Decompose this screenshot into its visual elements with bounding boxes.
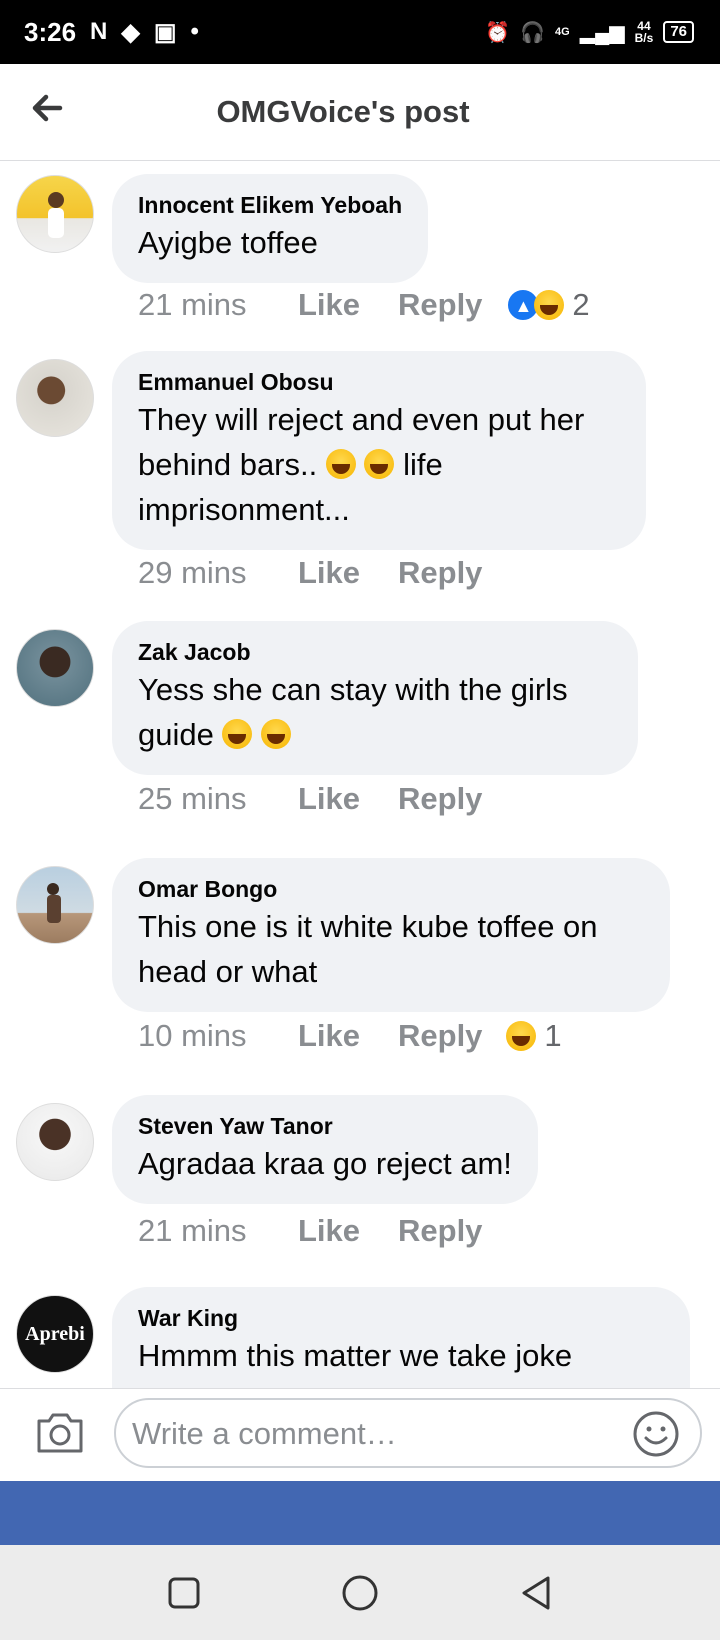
reply-button[interactable]: Reply <box>398 781 482 817</box>
alarm-icon: ⏰ <box>485 21 511 44</box>
comment-author[interactable]: Innocent Elikem Yeboah <box>138 190 402 220</box>
comment-text: Agradaa kraa go reject am! <box>138 1146 512 1181</box>
n-icon: N <box>90 18 108 45</box>
home-icon[interactable] <box>340 1573 380 1613</box>
comment-author[interactable]: Omar Bongo <box>138 874 644 904</box>
reply-button[interactable]: Reply <box>398 555 482 591</box>
comment-time: 29 mins <box>138 555 247 590</box>
reply-button[interactable]: Reply <box>398 1213 482 1249</box>
headphones-icon: 🎧 <box>520 21 545 44</box>
like-button[interactable]: Like <box>298 287 398 323</box>
comment-time: 21 mins <box>138 1213 247 1248</box>
comment-text-line: Yess she can stay with the girls <box>138 672 568 707</box>
status-bar: 3:26 N ◆ ▣ • ⏰ 🎧 4G ▂▄▆ 44 B/s 76 <box>0 0 720 64</box>
comment-composer: Write a comment… <box>0 1388 720 1481</box>
dot-icon: • <box>190 18 199 45</box>
reaction-summary[interactable]: 1 <box>506 1018 562 1054</box>
avatar[interactable] <box>16 866 94 944</box>
comment-actions: 25 mins Like Reply <box>138 781 482 817</box>
recent-apps-icon[interactable] <box>164 1573 204 1613</box>
like-button[interactable]: Like <box>298 1018 398 1054</box>
reaction-count: 2 <box>572 287 590 322</box>
comment-text-line: This one is it white kube toffee on <box>138 909 598 944</box>
avatar-logo-text: Aprebi <box>25 1322 85 1345</box>
comment-text-line: They will reject and even put her <box>138 402 585 437</box>
comment-actions: 29 mins Like Reply <box>138 555 482 591</box>
comment-bubble[interactable]: Emmanuel Obosu They will reject and even… <box>112 351 646 550</box>
rolling-laughing-icon <box>261 719 292 749</box>
battery-icon: 76 <box>663 21 694 43</box>
smiley-icon[interactable] <box>632 1410 680 1458</box>
comment-text-line: guide <box>138 712 612 757</box>
comment-text-line: behind bars.. life <box>138 442 620 487</box>
comment-bubble[interactable]: War King Hmmm this matter we take joke <box>112 1287 690 1388</box>
comment-list[interactable]: Innocent Elikem Yeboah Ayigbe toffee 21 … <box>0 161 720 1388</box>
avatar[interactable] <box>16 1103 94 1181</box>
signal-icon: ▂▄▆ <box>579 21 625 44</box>
reply-button[interactable]: Reply <box>398 1018 482 1054</box>
back-triangle-icon[interactable] <box>516 1573 556 1613</box>
avatar[interactable]: Aprebi <box>16 1295 94 1373</box>
comment-input[interactable]: Write a comment… <box>114 1398 702 1468</box>
comment-actions: 10 mins Like Reply 1 <box>138 1018 562 1054</box>
page-title: OMGVoice's post <box>216 94 470 129</box>
reply-button[interactable]: Reply <box>398 287 482 323</box>
comment-time: 10 mins <box>138 1018 247 1053</box>
comment-text-line: head or what <box>138 954 318 989</box>
laugh-reaction-icon <box>534 290 565 320</box>
status-time: 3:26 <box>24 16 77 47</box>
avatar[interactable] <box>16 359 94 437</box>
comment-author[interactable]: Steven Yaw Tanor <box>138 1111 512 1141</box>
laugh-reaction-icon <box>506 1021 537 1051</box>
comment-text: Hmmm this matter we take joke <box>138 1338 573 1373</box>
like-button[interactable]: Like <box>298 781 398 817</box>
tears-of-joy-icon <box>364 449 395 479</box>
comment-text-fragment: guide <box>138 717 214 752</box>
comment-text-fragment: life <box>403 447 443 482</box>
comment-bubble[interactable]: Innocent Elikem Yeboah Ayigbe toffee <box>112 174 429 283</box>
comment-actions: 21 mins Like Reply ▲ 2 <box>138 287 590 323</box>
like-button[interactable]: Like <box>298 555 398 591</box>
comment-actions: 21 mins Like Reply <box>138 1213 482 1249</box>
person-figure-icon <box>48 192 64 238</box>
comment-time: 25 mins <box>138 781 247 816</box>
like-button[interactable]: Like <box>298 1213 398 1249</box>
network-label: 4G <box>555 26 570 38</box>
comment-author[interactable]: War King <box>138 1303 664 1333</box>
rolling-laughing-icon <box>222 719 253 749</box>
comment-bubble[interactable]: Omar Bongo This one is it white kube tof… <box>112 858 670 1012</box>
comment-bubble[interactable]: Steven Yaw Tanor Agradaa kraa go reject … <box>112 1095 538 1204</box>
comment-author[interactable]: Emmanuel Obosu <box>138 367 620 397</box>
app-icon: ◆ <box>121 18 140 46</box>
avatar[interactable] <box>16 629 94 707</box>
comment-text-fragment: behind bars.. <box>138 447 318 482</box>
system-nav-bar <box>0 1545 720 1640</box>
camera-icon[interactable] <box>34 1409 86 1455</box>
speed-unit: B/s <box>634 31 654 45</box>
comment-text: Ayigbe toffee <box>138 225 318 260</box>
avatar[interactable] <box>16 175 94 253</box>
comment-time: 21 mins <box>138 287 247 322</box>
reaction-count: 1 <box>544 1018 562 1053</box>
comment-author[interactable]: Zak Jacob <box>138 637 612 667</box>
keyboard-accent-band <box>0 1481 720 1545</box>
post-header: OMGVoice's post <box>0 64 720 161</box>
comment-bubble[interactable]: Zak Jacob Yess she can stay with the gir… <box>112 621 638 775</box>
parking-icon: ▣ <box>153 18 177 46</box>
comment-text-line: imprisonment... <box>138 492 350 527</box>
data-speed: 44 B/s <box>635 20 654 44</box>
reaction-summary[interactable]: ▲ 2 <box>506 287 590 323</box>
tears-of-joy-icon <box>325 449 356 479</box>
children-figure-icon <box>47 883 61 923</box>
